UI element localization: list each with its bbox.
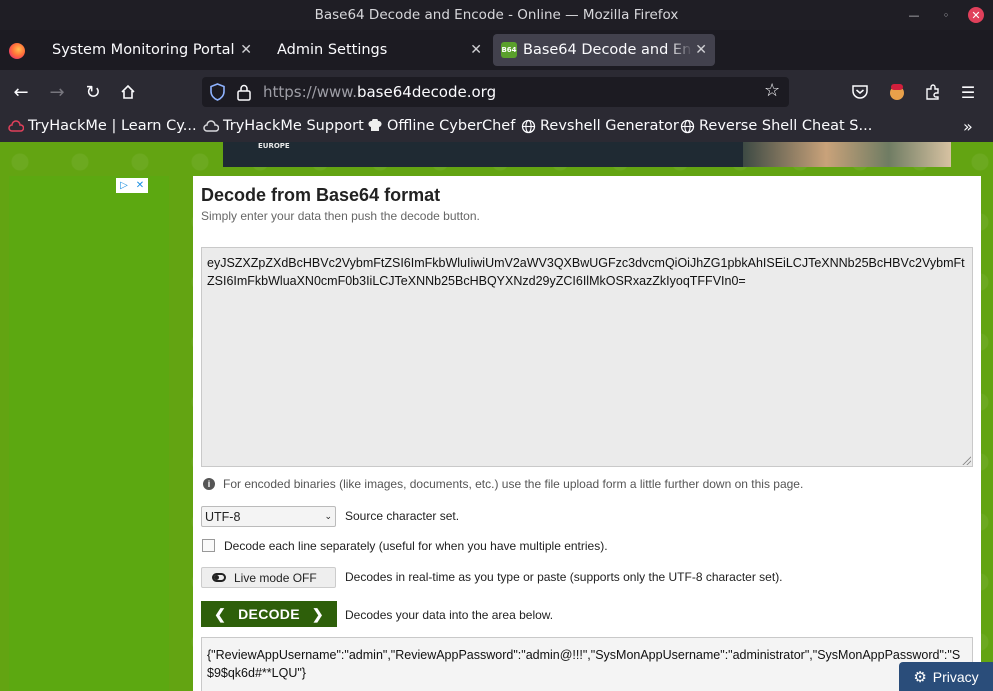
bookmark-tryhackme[interactable]: TryHackMe | Learn Cy...	[8, 118, 197, 134]
live-mode-toggle-button[interactable]: Live mode OFF	[201, 567, 336, 588]
info-note: i For encoded binaries (like images, doc…	[203, 477, 803, 491]
live-mode-label: Live mode OFF	[234, 570, 317, 585]
bookmarks-toolbar: TryHackMe | Learn Cy... TryHackMe Suppor…	[0, 114, 993, 142]
decoded-output-textarea[interactable]: {"ReviewAppUsername":"admin","ReviewAppP…	[201, 637, 973, 691]
url-text[interactable]: https://www.base64decode.org	[263, 83, 496, 101]
side-ad[interactable]	[9, 176, 169, 691]
more-bookmarks-chevron-icon[interactable]: »	[963, 117, 973, 136]
output-text: {"ReviewAppUsername":"admin","ReviewAppP…	[207, 648, 961, 680]
ad-banner-text: EUROPE	[258, 142, 290, 150]
bookmark-label: Reverse Shell Cheat S...	[699, 118, 873, 134]
tab-admin-settings[interactable]: Admin Settings ✕	[265, 34, 490, 66]
page-title: Decode from Base64 format	[201, 185, 441, 205]
url-domain: base64decode.org	[356, 83, 497, 101]
each-line-checkbox[interactable]	[202, 539, 215, 552]
chevron-left-icon: ❮	[214, 605, 227, 622]
info-icon: i	[203, 478, 215, 490]
privacy-button[interactable]: ⚙ Privacy	[899, 662, 993, 691]
toggle-off-icon	[212, 573, 226, 582]
bookmark-label: Revshell Generator	[540, 118, 679, 134]
ad-banner-image	[743, 142, 951, 167]
close-tab-icon[interactable]: ✕	[470, 42, 482, 58]
decoder-panel: Decode from Base64 format Simply enter y…	[193, 176, 981, 691]
gear-icon: ⚙	[913, 668, 927, 686]
bookmark-thm-support[interactable]: TryHackMe Support	[203, 118, 364, 134]
decode-label: DECODE	[238, 606, 300, 622]
back-arrow-icon[interactable]: ←	[10, 81, 32, 103]
input-text: eyJSZXZpZXdBcHBVc2VybmFtZSI6ImFkbWluIiwi…	[207, 256, 965, 288]
tab-base64[interactable]: B64 Base64 Decode and Encode - Online ✕	[493, 34, 715, 66]
restore-icon[interactable]: ◦	[938, 7, 954, 23]
pocket-icon[interactable]	[849, 81, 871, 103]
extensions-puzzle-icon[interactable]	[922, 81, 944, 103]
globe-icon	[520, 118, 536, 134]
tab-system-monitoring[interactable]: System Monitoring Portal ✕	[40, 34, 260, 66]
close-tab-icon[interactable]: ✕	[240, 42, 252, 58]
forward-arrow-icon[interactable]: →	[46, 81, 68, 103]
charset-value: UTF-8	[205, 509, 241, 524]
tab-label: System Monitoring Portal	[52, 42, 235, 58]
live-mode-description: Decodes in real-time as you type or past…	[345, 570, 783, 584]
minimize-icon[interactable]: —	[906, 7, 922, 23]
ad-close-icon[interactable]: ✕	[132, 178, 148, 193]
chef-icon	[367, 118, 383, 134]
resize-grip-icon[interactable]	[961, 455, 971, 465]
privacy-label: Privacy	[932, 668, 979, 685]
window-title: Base64 Decode and Encode - Online — Mozi…	[314, 7, 679, 23]
page-subtitle: Simply enter your data then push the dec…	[201, 209, 480, 223]
charset-label: Source character set.	[345, 509, 460, 523]
home-icon[interactable]	[117, 81, 139, 103]
each-line-label[interactable]: Decode each line separately (useful for …	[224, 539, 608, 553]
bookmark-label: TryHackMe | Learn Cy...	[28, 118, 197, 134]
firefox-logo-icon	[9, 43, 25, 59]
bookmark-reverse-shell-cheat[interactable]: Reverse Shell Cheat S...	[679, 118, 872, 134]
bookmark-label: TryHackMe Support	[223, 118, 364, 134]
cloud-icon	[203, 118, 219, 134]
navigation-toolbar: ← → ↻ https://www.base64decode.org ☆ ☰	[0, 70, 993, 114]
tab-label: Base64 Decode and Encode - Online	[523, 42, 693, 58]
window-titlebar: Base64 Decode and Encode - Online — Mozi…	[0, 0, 993, 30]
page-viewport: EUROPE ▷ ✕ Decode from Base64 format Sim…	[0, 142, 993, 691]
ad-choices[interactable]: ▷ ✕	[116, 178, 148, 193]
base64-input-textarea[interactable]: eyJSZXZpZXdBcHBVc2VybmFtZSI6ImFkbWluIiwi…	[201, 247, 973, 467]
bookmark-star-icon[interactable]: ☆	[764, 80, 780, 101]
extension-avatar-icon[interactable]	[886, 81, 908, 103]
bookmark-revshell-generator[interactable]: Revshell Generator	[520, 118, 679, 134]
url-bar[interactable]: https://www.base64decode.org ☆	[202, 77, 789, 107]
base64-favicon-icon: B64	[501, 42, 517, 58]
close-tab-icon[interactable]: ✕	[695, 42, 707, 58]
top-banner-ad[interactable]: EUROPE	[223, 142, 951, 167]
adchoices-icon[interactable]: ▷	[116, 178, 132, 193]
tracking-shield-icon[interactable]	[209, 83, 226, 101]
close-window-icon[interactable]: ✕	[968, 7, 984, 23]
bookmark-label: Offline CyberChef	[387, 118, 516, 134]
info-text: For encoded binaries (like images, docum…	[223, 477, 804, 491]
hamburger-menu-icon[interactable]: ☰	[957, 81, 979, 103]
chevron-right-icon: ❯	[311, 605, 324, 622]
reload-icon[interactable]: ↻	[82, 81, 104, 103]
url-prefix: https://www.	[263, 83, 357, 101]
tab-label: Admin Settings	[277, 42, 388, 58]
chevron-down-icon: ⌄	[324, 511, 332, 521]
lock-icon[interactable]	[236, 83, 252, 101]
bookmark-cyberchef[interactable]: Offline CyberChef	[367, 118, 515, 134]
thm-icon	[8, 118, 24, 134]
tab-bar: System Monitoring Portal ✕ Admin Setting…	[0, 30, 993, 92]
charset-select[interactable]: UTF-8 ⌄	[201, 506, 336, 527]
decode-button[interactable]: ❮ DECODE ❯	[201, 601, 337, 627]
decode-description: Decodes your data into the area below.	[345, 608, 554, 622]
globe-icon	[679, 118, 695, 134]
